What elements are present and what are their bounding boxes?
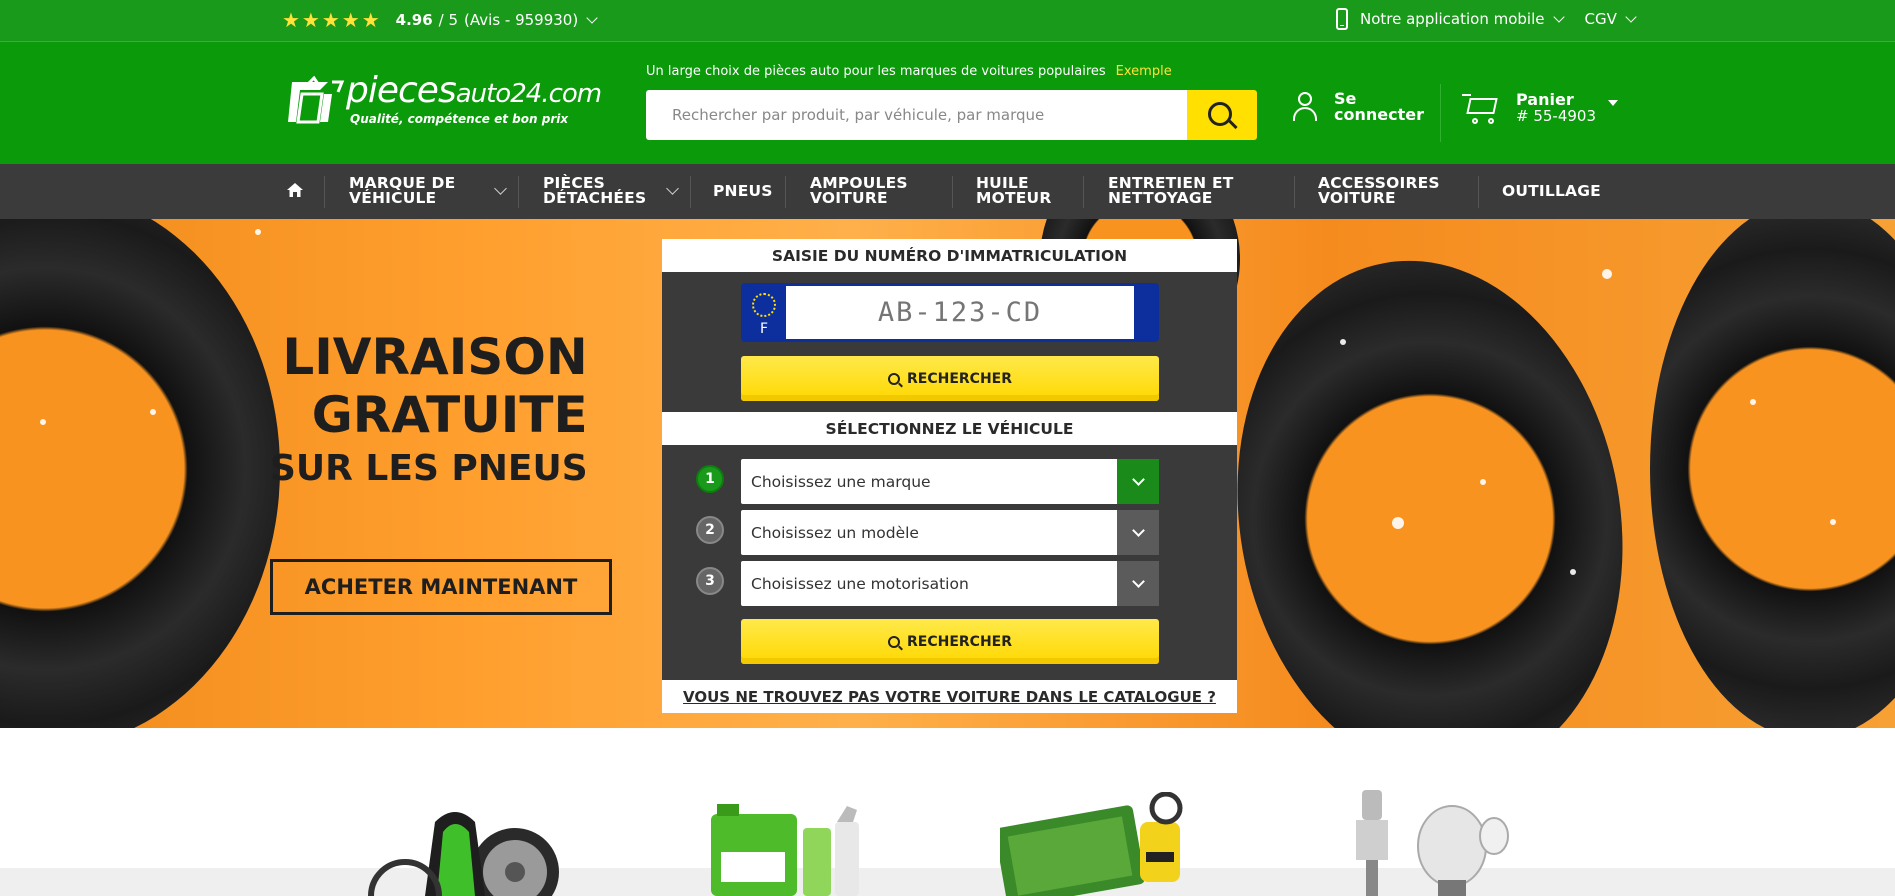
search-example-link[interactable]: Exemple: [1116, 64, 1172, 79]
caret-down-icon: [1608, 100, 1619, 106]
logo-text: pieces: [346, 70, 457, 111]
model-select[interactable]: Choisissez un modèle: [741, 510, 1159, 555]
nav-item-engine-oil[interactable]: HUILE MOTEUR: [976, 175, 1051, 206]
tools-category-image[interactable]: [1000, 792, 1210, 896]
rating-value: 4.96: [395, 11, 433, 29]
chevron-down-icon: [586, 12, 598, 24]
rating-scale: / 5: [438, 11, 459, 29]
brand-select[interactable]: Choisissez une marque: [741, 459, 1159, 504]
tire-image: [0, 219, 280, 728]
rating-stars-icon: ★★★★★: [282, 8, 382, 32]
chevron-down-icon: [1117, 510, 1159, 555]
step-badge: 3: [696, 567, 724, 595]
eu-flag-icon: F: [745, 287, 783, 338]
search-button[interactable]: [1187, 90, 1257, 140]
promo-line1: LIVRAISON: [282, 328, 588, 386]
logo-tagline: Qualité, compétence et bon prix: [350, 112, 569, 126]
chevron-down-icon: [1625, 11, 1637, 23]
search-icon: [887, 635, 900, 648]
home-icon[interactable]: [286, 181, 304, 199]
login-label-line2: connecter: [1334, 105, 1424, 124]
vehicle-finder: SAISIE DU NUMÉRO D'IMMATRICULATION F REC…: [662, 239, 1237, 713]
site-logo[interactable]: piecesauto24.com Qualité, compétence et …: [288, 70, 608, 134]
logo-gear-icon: [288, 76, 345, 124]
promo-line3: SUR LES PNEUS: [270, 448, 588, 489]
search-hint-text: Un large choix de pièces auto pour les m…: [646, 64, 1106, 79]
search-icon: [887, 372, 900, 385]
accessories-category-image[interactable]: [365, 802, 575, 896]
mobile-app-link[interactable]: Notre application mobile: [1360, 10, 1545, 28]
buy-now-button[interactable]: ACHETER MAINTENANT: [270, 559, 612, 615]
chevron-down-icon: [494, 182, 507, 195]
step-badge: 1: [696, 465, 724, 493]
search-input[interactable]: [646, 90, 1188, 140]
license-plate: F: [741, 283, 1159, 342]
plate-search-button[interactable]: RECHERCHER: [741, 356, 1159, 401]
chevron-down-icon: [1117, 459, 1159, 504]
promo-line2: GRATUITE: [311, 386, 588, 444]
header-divider: [1440, 84, 1441, 142]
cart-icon: [1462, 90, 1502, 126]
nav-item-bulbs[interactable]: AMPOULES VOITURE: [810, 175, 908, 206]
mobile-phone-icon: [1336, 8, 1348, 30]
nav-item-tools[interactable]: OUTILLAGE: [1502, 183, 1601, 199]
cgv-link[interactable]: CGV: [1585, 10, 1617, 28]
nav-item-spare-parts[interactable]: PIÈCES DÉTACHÉES: [543, 175, 646, 206]
vehicle-section-title: SÉLECTIONNEZ LE VÉHICULE: [662, 412, 1237, 445]
cart-number: # 55-4903: [1516, 107, 1597, 125]
rating-summary[interactable]: ★★★★★ 4.96 / 5 (Avis - 959930): [282, 8, 598, 32]
review-count: (Avis - 959930): [464, 11, 579, 29]
tire-image: [1650, 219, 1895, 728]
tire-image: [1197, 229, 1663, 728]
nav-item-tyres[interactable]: PNEUS: [713, 183, 773, 199]
plate-country: F: [759, 321, 769, 337]
login-button[interactable]: Se connecter: [1292, 90, 1424, 124]
site-header: piecesauto24.com Qualité, compétence et …: [0, 42, 1895, 164]
plate-input[interactable]: [786, 286, 1134, 339]
promo-text: LIVRAISON GRATUITE SUR LES PNEUS: [270, 329, 588, 493]
nav-item-accessories[interactable]: ACCESSOIRES VOITURE: [1318, 175, 1440, 206]
search-hint: Un large choix de pièces auto pour les m…: [646, 64, 1172, 79]
vehicle-search-button[interactable]: RECHERCHER: [741, 619, 1159, 664]
chevron-down-icon: [1117, 561, 1159, 606]
chevron-down-icon: [1552, 11, 1565, 23]
engine-select[interactable]: Choisissez une motorisation: [741, 561, 1159, 606]
category-strip: [0, 728, 1895, 896]
cart-button[interactable]: Panier # 55-4903: [1462, 90, 1619, 126]
nav-item-maintenance[interactable]: ENTRETIEN ET NETTOYAGE: [1108, 175, 1234, 206]
user-icon: [1292, 90, 1320, 124]
top-bar: ★★★★★ 4.96 / 5 (Avis - 959930) Notre app…: [0, 0, 1895, 42]
car-not-found-link[interactable]: VOUS NE TROUVEZ PAS VOTRE VOITURE DANS L…: [662, 680, 1237, 713]
step-badge: 2: [696, 516, 724, 544]
logo-domain: auto24.com: [455, 79, 602, 109]
plate-section-title: SAISIE DU NUMÉRO D'IMMATRICULATION: [662, 239, 1237, 272]
bulbs-category-image[interactable]: [1352, 790, 1522, 896]
chevron-down-icon: [666, 182, 679, 195]
nav-item-vehicle-brand[interactable]: MARQUE DE VÉHICULE: [349, 175, 455, 206]
cleaning-category-image[interactable]: [707, 800, 867, 896]
main-nav: MARQUE DE VÉHICULE PIÈCES DÉTACHÉES PNEUS …: [0, 164, 1895, 219]
